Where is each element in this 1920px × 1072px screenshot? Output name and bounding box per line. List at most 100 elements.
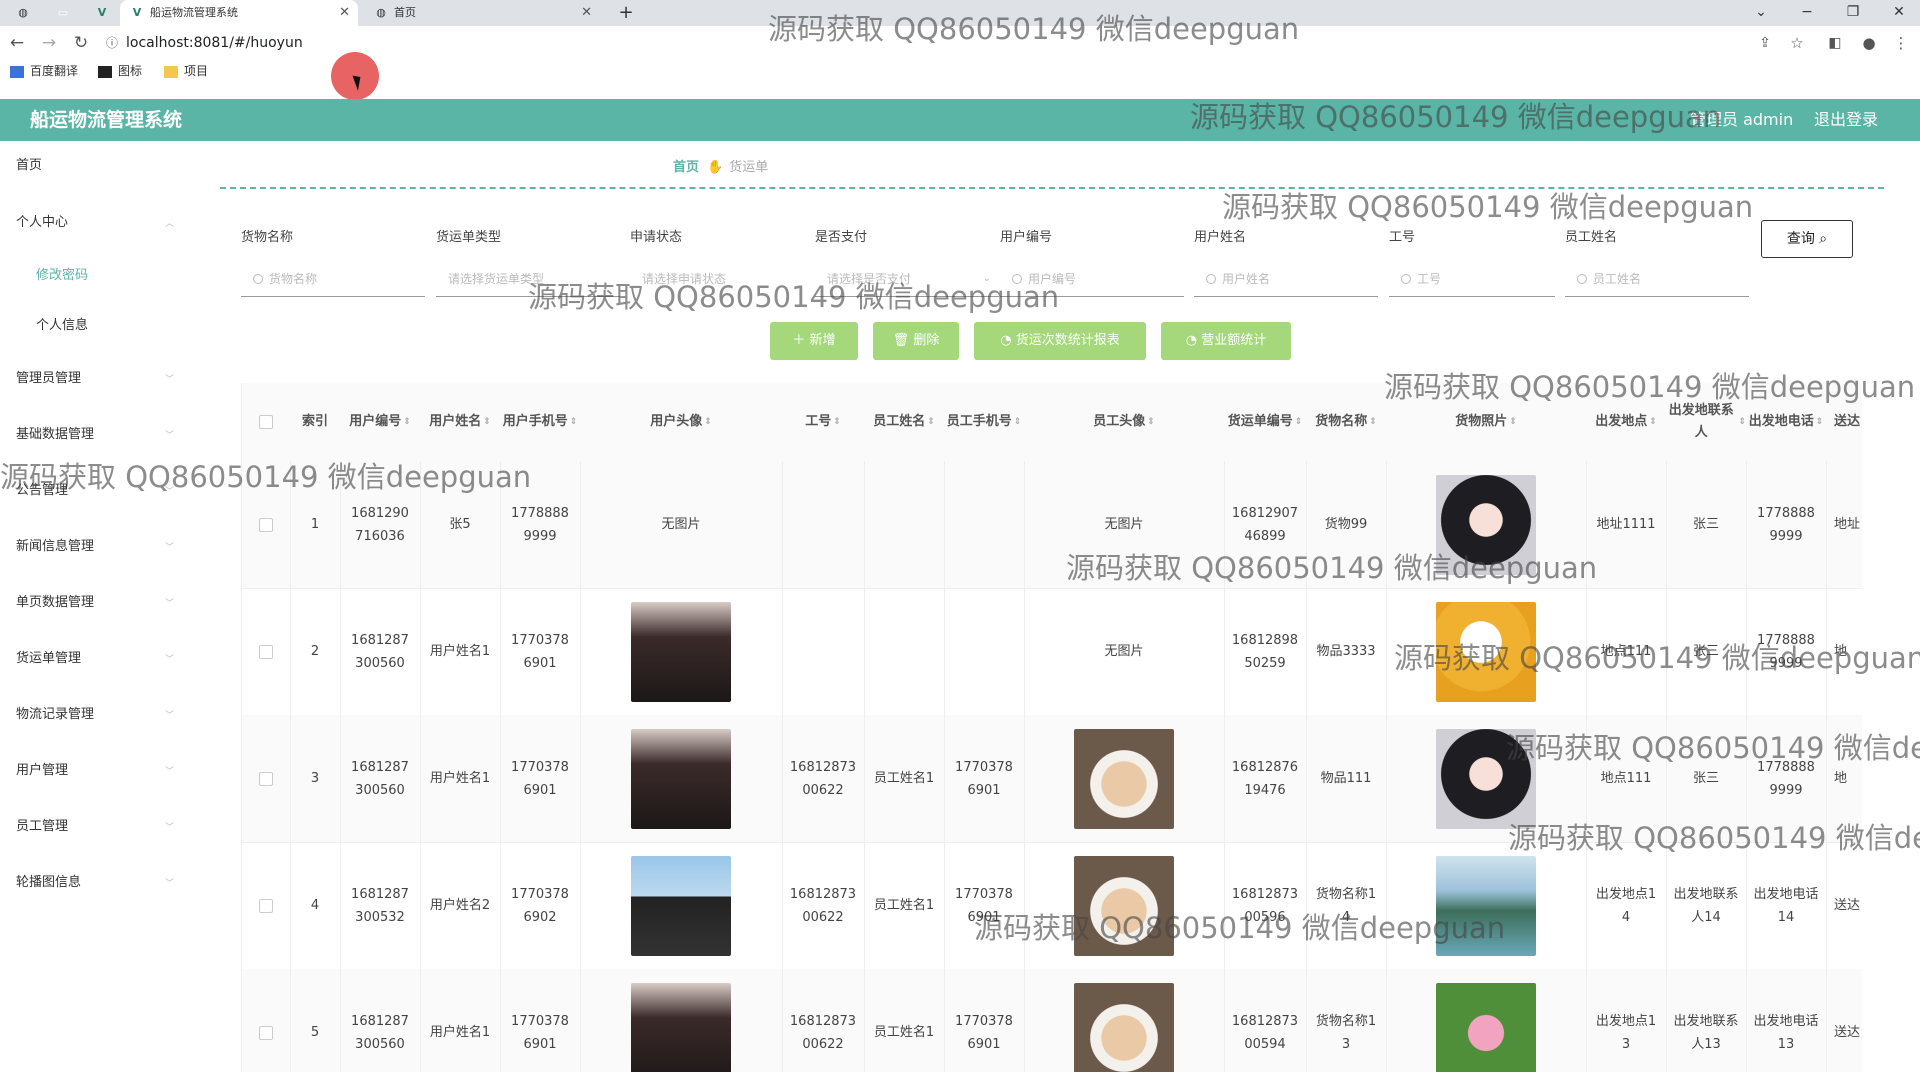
sort-icon[interactable]: ⇕ [483, 411, 491, 433]
waybill-type-select[interactable]: 请选择货运单类型 [436, 264, 620, 297]
waybill-report-button[interactable]: ◔ 货运次数统计报表 [974, 322, 1146, 360]
sort-icon[interactable]: ⇕ [1738, 411, 1746, 433]
sort-icon[interactable]: ⇕ [403, 411, 411, 433]
user-avatar-image[interactable] [631, 728, 731, 829]
sort-icon[interactable]: ⇕ [1369, 411, 1377, 433]
sort-icon[interactable]: ⇕ [570, 411, 578, 433]
side-panel-icon[interactable]: ◧ [1822, 30, 1848, 56]
emp-name-input[interactable]: 员工姓名 [1565, 264, 1749, 297]
goods-photo-image[interactable] [1436, 474, 1536, 575]
restore-icon[interactable]: ❐ [1838, 0, 1868, 24]
sort-icon[interactable]: ⇕ [1147, 411, 1155, 433]
goods-photo-image[interactable] [1436, 728, 1536, 829]
delete-button[interactable]: 🗑 删除 [873, 322, 959, 360]
close-tab-icon[interactable]: ✕ [581, 0, 592, 26]
sidebar-item-notices[interactable]: 公告管理 [16, 482, 68, 500]
row-checkbox[interactable] [259, 517, 273, 532]
bookmark-item[interactable]: 项目 [164, 63, 208, 79]
apply-status-select[interactable]: 请选择申请状态 [630, 264, 814, 296]
header-from-phone[interactable]: 出发地电话 ⇕ [1746, 383, 1827, 462]
tab-home[interactable]: ◍ 首页 ✕ [364, 0, 600, 26]
header-emp-avatar[interactable]: 员工头像 ⇕ [1024, 383, 1225, 462]
header-user-avatar[interactable]: 用户头像 ⇕ [580, 383, 783, 462]
header-user-no[interactable]: 用户编号 ⇕ [340, 383, 421, 462]
row-checkbox[interactable] [259, 1025, 273, 1040]
new-tab-icon[interactable]: + [614, 0, 638, 26]
sidebar-item-personal-center[interactable]: 个人中心 [16, 214, 68, 232]
sort-icon[interactable]: ⇕ [1649, 411, 1657, 433]
minimize-icon[interactable]: − [1792, 0, 1822, 24]
user-name-input[interactable]: 用户姓名 [1194, 264, 1378, 297]
user-avatar-image[interactable] [631, 855, 731, 956]
header-goods-name[interactable]: 货物名称 ⇕ [1306, 383, 1387, 462]
forward-icon[interactable]: → [36, 30, 62, 56]
header-emp-phone[interactable]: 员工手机号 ⇕ [944, 383, 1025, 462]
user-no-input[interactable]: 用户编号 [1000, 264, 1184, 297]
sort-icon[interactable]: ⇕ [927, 411, 935, 433]
paid-select[interactable]: 请选择是否支付 ⌄ [815, 264, 999, 297]
sort-icon[interactable]: ⇕ [704, 411, 712, 433]
header-from-place[interactable]: 出发地点 ⇕ [1586, 383, 1667, 462]
github-icon[interactable]: ◍ [10, 0, 36, 26]
emp-avatar-image[interactable] [1074, 855, 1174, 956]
add-button[interactable]: ＋ 新增 [770, 322, 858, 360]
sidebar-item-news[interactable]: 新闻信息管理 [16, 538, 94, 556]
bookmark-item[interactable]: 百度翻译 [10, 63, 78, 79]
sidebar-item-change-password[interactable]: 修改密码 [36, 267, 88, 285]
close-window-icon[interactable]: ✕ [1884, 0, 1914, 24]
sort-icon[interactable]: ⇕ [1816, 411, 1824, 433]
query-button[interactable]: 查询 ⌕ [1761, 220, 1853, 258]
sidebar-item-home[interactable]: 首页 [16, 157, 42, 175]
sidebar-item-waybills[interactable]: 货运单管理 [16, 650, 81, 668]
reload-icon[interactable]: ↻ [68, 30, 94, 56]
header-emp-no[interactable]: 工号 ⇕ [782, 383, 865, 462]
header-emp-name[interactable]: 员工姓名 ⇕ [864, 383, 945, 462]
header-user-phone[interactable]: 用户手机号 ⇕ [500, 383, 581, 462]
header-order-no[interactable]: 货运单编号 ⇕ [1224, 383, 1307, 462]
row-checkbox[interactable] [259, 771, 273, 786]
select-all-checkbox[interactable] [259, 415, 273, 429]
table-row[interactable]: 3 1681287300560 用户姓名1 17703786901 1681287300… [242, 715, 1862, 843]
tab-search-icon[interactable]: ⌄ [1746, 0, 1776, 24]
sidebar-item-single-page[interactable]: 单页数据管理 [16, 594, 94, 612]
sidebar-item-basic-data[interactable]: 基础数据管理 [16, 426, 94, 444]
table-row[interactable]: 4 1681287300532 用户姓名2 17703786902 1681287300… [242, 842, 1862, 970]
sidebar-item-admins[interactable]: 管理员管理 [16, 370, 81, 388]
header-user-name[interactable]: 用户姓名 ⇕ [420, 383, 501, 462]
row-checkbox[interactable] [259, 898, 273, 913]
back-icon[interactable]: ← [4, 30, 30, 56]
sidebar-item-profile[interactable]: 个人信息 [36, 317, 88, 335]
sort-icon[interactable]: ⇕ [1509, 411, 1517, 433]
sidebar-item-carousel[interactable]: 轮播图信息 [16, 874, 81, 892]
user-avatar-image[interactable] [631, 982, 731, 1072]
table-row[interactable]: 5 1681287300560 用户姓名1 17703786901 1681287300… [242, 969, 1862, 1072]
tab-placeholder-icon[interactable]: ▭ [50, 0, 76, 26]
header-to[interactable]: 送达 [1826, 383, 1862, 462]
emp-no-input[interactable]: 工号 [1389, 264, 1555, 297]
table-row[interactable]: 2 1681287300560 用户姓名1 17703786901 无图片 1681289… [242, 588, 1862, 716]
sort-icon[interactable]: ⇕ [1014, 411, 1022, 433]
tab-shipping-system[interactable]: V 船运物流管理系统 ✕ [120, 0, 358, 26]
vue-icon[interactable]: V [90, 0, 114, 26]
emp-avatar-image[interactable] [1074, 728, 1174, 829]
sidebar-item-employees[interactable]: 员工管理 [16, 818, 68, 836]
emp-avatar-image[interactable] [1074, 982, 1174, 1072]
sidebar-item-logistics[interactable]: 物流记录管理 [16, 706, 94, 724]
sidebar-item-users[interactable]: 用户管理 [16, 762, 68, 780]
menu-icon[interactable]: ⋮ [1888, 30, 1914, 56]
profile-icon[interactable]: ● [1856, 30, 1882, 56]
close-tab-icon[interactable]: ✕ [339, 0, 350, 26]
user-avatar-image[interactable] [631, 601, 731, 702]
header-goods-photo[interactable]: 货物照片 ⇕ [1386, 383, 1587, 462]
bookmark-star-icon[interactable]: ☆ [1784, 30, 1810, 56]
sort-icon[interactable]: ⇕ [833, 411, 841, 433]
goods-photo-image[interactable] [1436, 982, 1536, 1072]
breadcrumb-home[interactable]: 首页 [673, 160, 699, 175]
table-row[interactable]: 1 1681290716036 张5 17788889999 无图片 无图片 1681290… [242, 461, 1862, 589]
row-checkbox[interactable] [259, 644, 273, 659]
sort-icon[interactable]: ⇕ [1295, 411, 1303, 433]
goods-name-input[interactable]: 货物名称 [241, 264, 425, 297]
goods-photo-image[interactable] [1436, 601, 1536, 702]
header-from-contact[interactable]: 出发地联系人 ⇕ [1666, 383, 1747, 462]
goods-photo-image[interactable] [1436, 855, 1536, 956]
